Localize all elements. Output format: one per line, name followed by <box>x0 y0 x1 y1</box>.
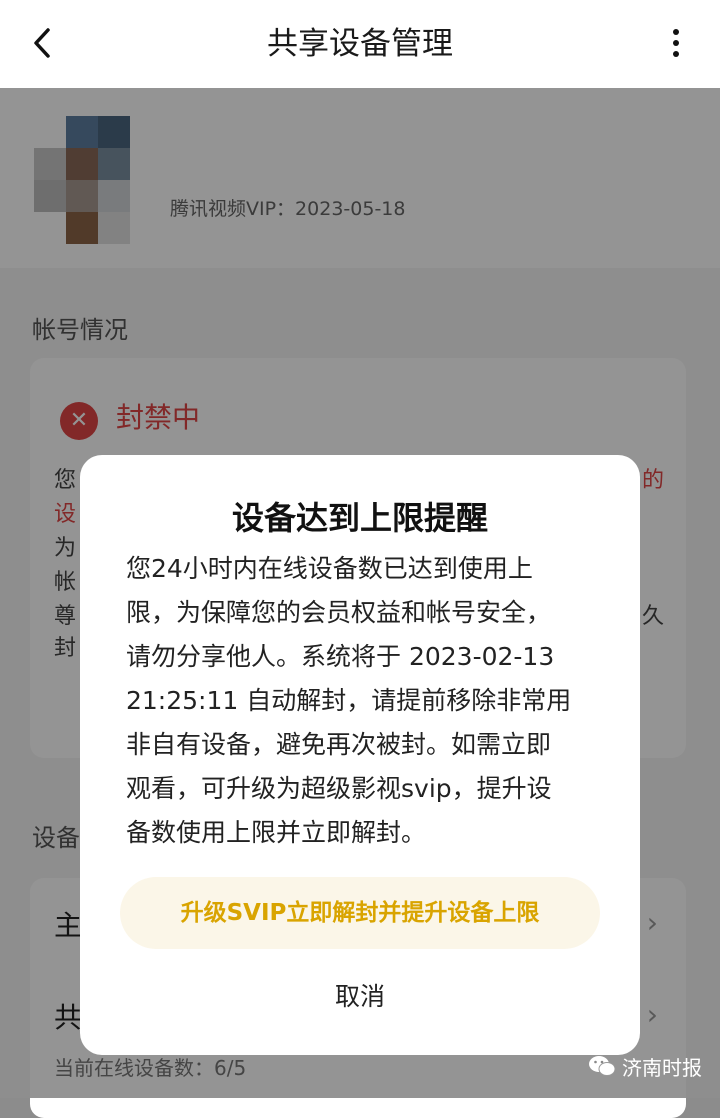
watermark: 济南时报 <box>588 1050 716 1084</box>
watermark-text: 济南时报 <box>622 1056 702 1080</box>
cancel-button[interactable]: 取消 <box>80 977 640 1013</box>
dialog-message-line: 您24小时内在线设备数已达到使用上 <box>126 554 533 583</box>
wechat-icon <box>589 1056 616 1076</box>
dialog-message-line: 21:25:11 自动解封，请提前移除非常用 <box>126 686 572 715</box>
dialog-title: 设备达到上限提醒 <box>231 499 488 537</box>
dialog-message-line: 观看，可升级为超级影视svip，提升设 <box>126 774 552 803</box>
device-limit-dialog: 设备达到上限提醒 您24小时内在线设备数已达到使用上 限，为保障您的会员权益和帐… <box>80 455 640 1055</box>
upgrade-svip-button[interactable]: 升级SVIP立即解封并提升设备上限 <box>120 877 600 949</box>
dialog-message-line: 限，为保障您的会员权益和帐号安全， <box>126 598 552 627</box>
page: 共享设备管理 腾讯视频VIP：2023-05-18 帐号情况 ✕ 封禁中 您 设… <box>0 0 720 1118</box>
more-vertical-icon[interactable] <box>664 26 688 60</box>
dialog-message-line: 备数使用上限并立即解封。 <box>126 818 427 847</box>
dialog-message-line: 非自有设备，避免再次被封。如需立即 <box>126 730 552 759</box>
dialog-message-line: 请勿分享他人。系统将于 2023-02-13 <box>126 642 555 671</box>
app-header: 共享设备管理 <box>0 0 720 88</box>
page-title: 共享设备管理 <box>267 26 453 62</box>
dialog-message: 您24小时内在线设备数已达到使用上 限，为保障您的会员权益和帐号安全， 请勿分享… <box>126 547 600 855</box>
